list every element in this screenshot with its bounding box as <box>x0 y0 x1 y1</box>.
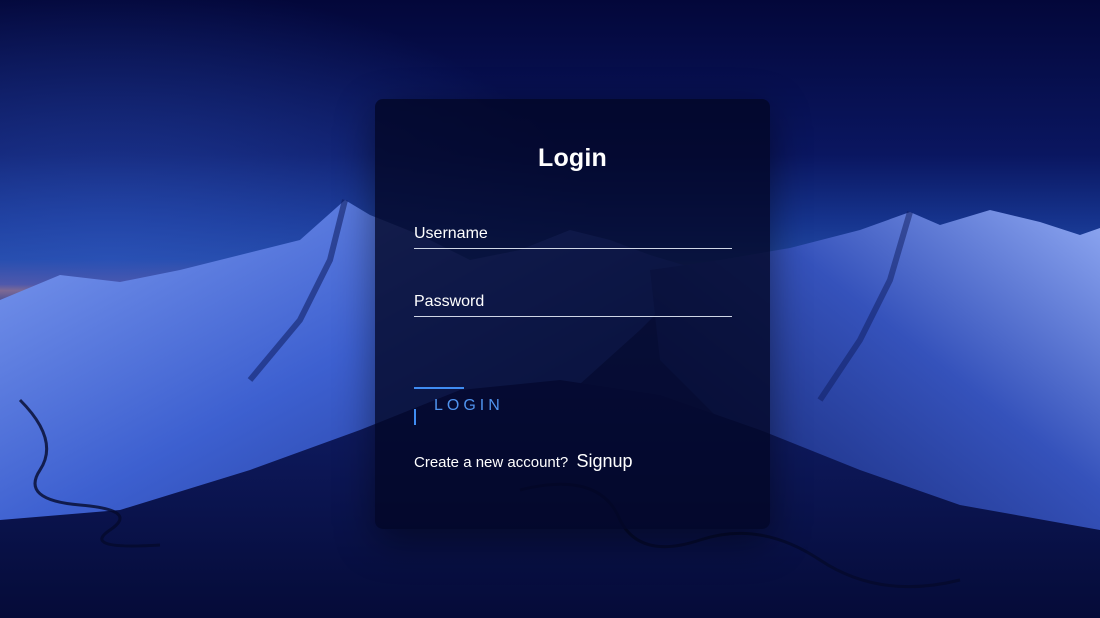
password-field: Password <box>414 277 732 317</box>
login-title: Login <box>537 144 608 172</box>
login-card: Login Username Password LOGIN Create a n… <box>375 99 770 529</box>
login-button-label: LOGIN <box>434 397 504 414</box>
signup-row: Create a new account? Signup <box>414 451 633 472</box>
username-input[interactable] <box>414 209 732 249</box>
signup-link[interactable]: Signup <box>576 451 632 471</box>
login-button[interactable]: LOGIN <box>414 387 514 427</box>
password-input[interactable] <box>414 277 732 317</box>
username-field: Username <box>414 209 732 249</box>
signup-prompt: Create a new account? <box>414 454 569 471</box>
button-left-border <box>414 409 416 425</box>
button-top-border <box>414 387 464 389</box>
